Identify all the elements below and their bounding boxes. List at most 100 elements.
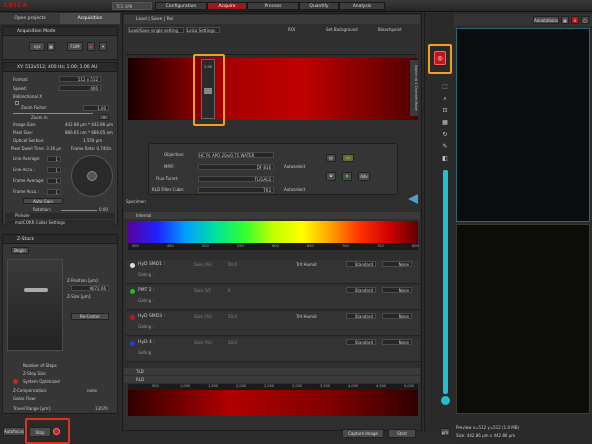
set-background-label: Set Background	[326, 27, 358, 32]
scan-field-rotation-wheel[interactable]	[71, 155, 113, 197]
auto-gain-button[interactable]: Auto Gain	[23, 198, 63, 204]
start-button[interactable]: Start	[388, 429, 416, 438]
annotations-button[interactable]: Annotations	[533, 16, 559, 24]
scale-unit[interactable]: µm	[440, 428, 450, 436]
rld-section-header[interactable]: RLD	[124, 376, 420, 383]
frame-accu-input[interactable]: 1	[47, 189, 61, 195]
tool-select-icon[interactable]: ⬚	[440, 82, 450, 91]
acq-mode-select[interactable]: xyz	[29, 42, 45, 51]
rld-tick: 1,000	[180, 384, 191, 388]
adv-button[interactable]: Adv	[358, 172, 370, 181]
workflow-configuration[interactable]: Configuration	[155, 2, 207, 10]
detector-lut-select[interactable]: None	[382, 339, 412, 345]
load-save-dropdown[interactable]: Load/Save single setting	[128, 27, 184, 33]
tool-crop-icon[interactable]: ⊡	[440, 106, 450, 115]
viewer-status-bar	[454, 418, 592, 444]
laser-slider-thumb[interactable]	[204, 88, 212, 94]
laser-intensity-slider[interactable]: 2.90	[201, 59, 215, 119]
pin-icon[interactable]: ✦	[99, 42, 107, 51]
roi-label: ROI	[288, 27, 296, 32]
workflow-quantify[interactable]: Quantify	[299, 2, 339, 10]
leica-settings-dropdown[interactable]: Leica Settings	[186, 27, 220, 33]
laser-line-bar[interactable]	[126, 48, 416, 55]
eyepiece-icon[interactable]: ▭	[342, 154, 354, 162]
workflow-acquire[interactable]: Acquire	[207, 2, 247, 10]
rld-spectrum	[128, 390, 418, 416]
motcorr-section[interactable]: motCORR Collar Settings	[5, 220, 115, 226]
rld-filter-select[interactable]: TR3	[198, 187, 274, 193]
detector-lut-select[interactable]: None	[382, 287, 412, 293]
image-viewer-channel-2[interactable]	[456, 224, 590, 414]
workflow-process[interactable]: Process	[247, 2, 299, 10]
begin-button[interactable]: Begin	[11, 247, 29, 254]
mp-select[interactable]: DF 816	[198, 164, 274, 170]
detector-name: HyD 4 :	[138, 340, 155, 345]
green-filter-icon[interactable]: ◉	[342, 172, 352, 181]
zoom-in-button[interactable]: +	[99, 114, 109, 120]
tool-measure-icon[interactable]: ✎	[440, 142, 450, 151]
tab-acquisition[interactable]: Acquisition	[60, 13, 120, 24]
line-accu-input[interactable]: 1	[47, 167, 61, 173]
wavelength-tick: 650	[307, 244, 314, 248]
tool-zoom-icon[interactable]: ⌕	[440, 94, 450, 103]
stop-record-icon[interactable]	[53, 428, 60, 435]
detector-lut-select[interactable]: None	[382, 261, 412, 267]
gear-icon[interactable]: ✿	[326, 172, 336, 181]
zoom-factor-input[interactable]: 1.00	[83, 105, 109, 111]
system-optimized-radio[interactable]	[13, 379, 18, 384]
detector-mode-select[interactable]: Standard	[346, 261, 376, 267]
frame-average-input[interactable]: 1	[47, 178, 61, 184]
grid-view-icon[interactable]: ▦	[561, 16, 569, 24]
rld-autoselect-label: Autoselect	[284, 187, 306, 192]
pixel-size-label: Pixel Size:	[13, 130, 34, 135]
maximize-icon[interactable]: ▢	[581, 16, 589, 24]
zstack-panel: Z-Stack Begin Z-Position [µm]: 9072.06 Z…	[2, 234, 118, 414]
detector-mode-select[interactable]: Standard	[346, 313, 376, 319]
capture-image-button[interactable]: Capture Image	[342, 429, 384, 438]
rld-filter-label: RLD Filter Cube:	[152, 187, 185, 192]
record-icon[interactable]: ●	[87, 42, 95, 51]
grid-icon[interactable]: ▦	[47, 42, 55, 51]
rld-tick: 2,000	[236, 384, 247, 388]
detector-lut-select[interactable]: None	[382, 313, 412, 319]
live-scan-icon[interactable]: ◎	[434, 51, 446, 65]
format-select[interactable]: 512 x 512	[59, 76, 101, 82]
image-viewer-channel-1[interactable]	[456, 28, 590, 222]
detector-toggle-icon[interactable]	[130, 315, 135, 320]
tab-open-projects[interactable]: Open projects	[0, 13, 60, 24]
filter-icon[interactable]: ▤	[326, 154, 336, 162]
system-selector[interactable]: TCS SP8	[112, 2, 152, 10]
re-center-button[interactable]: Re-Center	[71, 313, 109, 320]
workflow-analysis[interactable]: Analysis	[339, 2, 385, 10]
tool-rotate-icon[interactable]: ↻	[440, 130, 450, 139]
bidirectional-label: Bidirectional X	[13, 94, 42, 99]
fluo-turret-select[interactable]: TL/GALS	[198, 176, 274, 182]
tool-grid-icon[interactable]: ▦	[440, 118, 450, 127]
zoom-slider[interactable]	[13, 113, 93, 114]
line-average-input[interactable]: 1	[47, 156, 61, 162]
autofocus-button[interactable]: Autofocus	[3, 427, 25, 436]
z-position-input[interactable]: 9072.06	[71, 285, 109, 291]
detector-toggle-icon[interactable]	[130, 341, 135, 346]
objective-select[interactable]: HC PL APO 20x/0.75 WATER	[198, 152, 274, 158]
speed-select[interactable]: 400	[59, 85, 101, 91]
load-save-roi-tab[interactable]: Load | Save | Roi	[124, 15, 420, 24]
z-size-label: Z-Size [µm]:	[67, 294, 92, 299]
pinhole-section[interactable]: Pinhole	[5, 213, 115, 219]
detector-mode-select[interactable]: Standard	[346, 287, 376, 293]
detector-toggle-icon[interactable]	[130, 289, 135, 294]
bidirectional-checkbox[interactable]	[15, 101, 19, 105]
tld-section-header[interactable]: TLD	[124, 368, 420, 375]
detector-toggle-icon[interactable]	[130, 263, 135, 268]
stop-button[interactable]: Stop	[29, 427, 51, 437]
tool-overlay-icon[interactable]: ◧	[440, 154, 450, 163]
flim-button[interactable]: FLIM	[67, 42, 83, 51]
intensity-slider-thumb[interactable]	[441, 396, 450, 405]
rotation-slider[interactable]	[61, 210, 97, 211]
switch-channel-mode[interactable]: Switch to 1 Channel Mode	[410, 60, 418, 116]
laser-intensity-area[interactable]	[128, 58, 418, 120]
internal-section-header[interactable]: Internal	[124, 212, 420, 219]
image-intensity-slider[interactable]	[443, 170, 448, 394]
close-icon[interactable]: ✕	[571, 16, 579, 24]
detector-mode-select[interactable]: Standard	[346, 339, 376, 345]
